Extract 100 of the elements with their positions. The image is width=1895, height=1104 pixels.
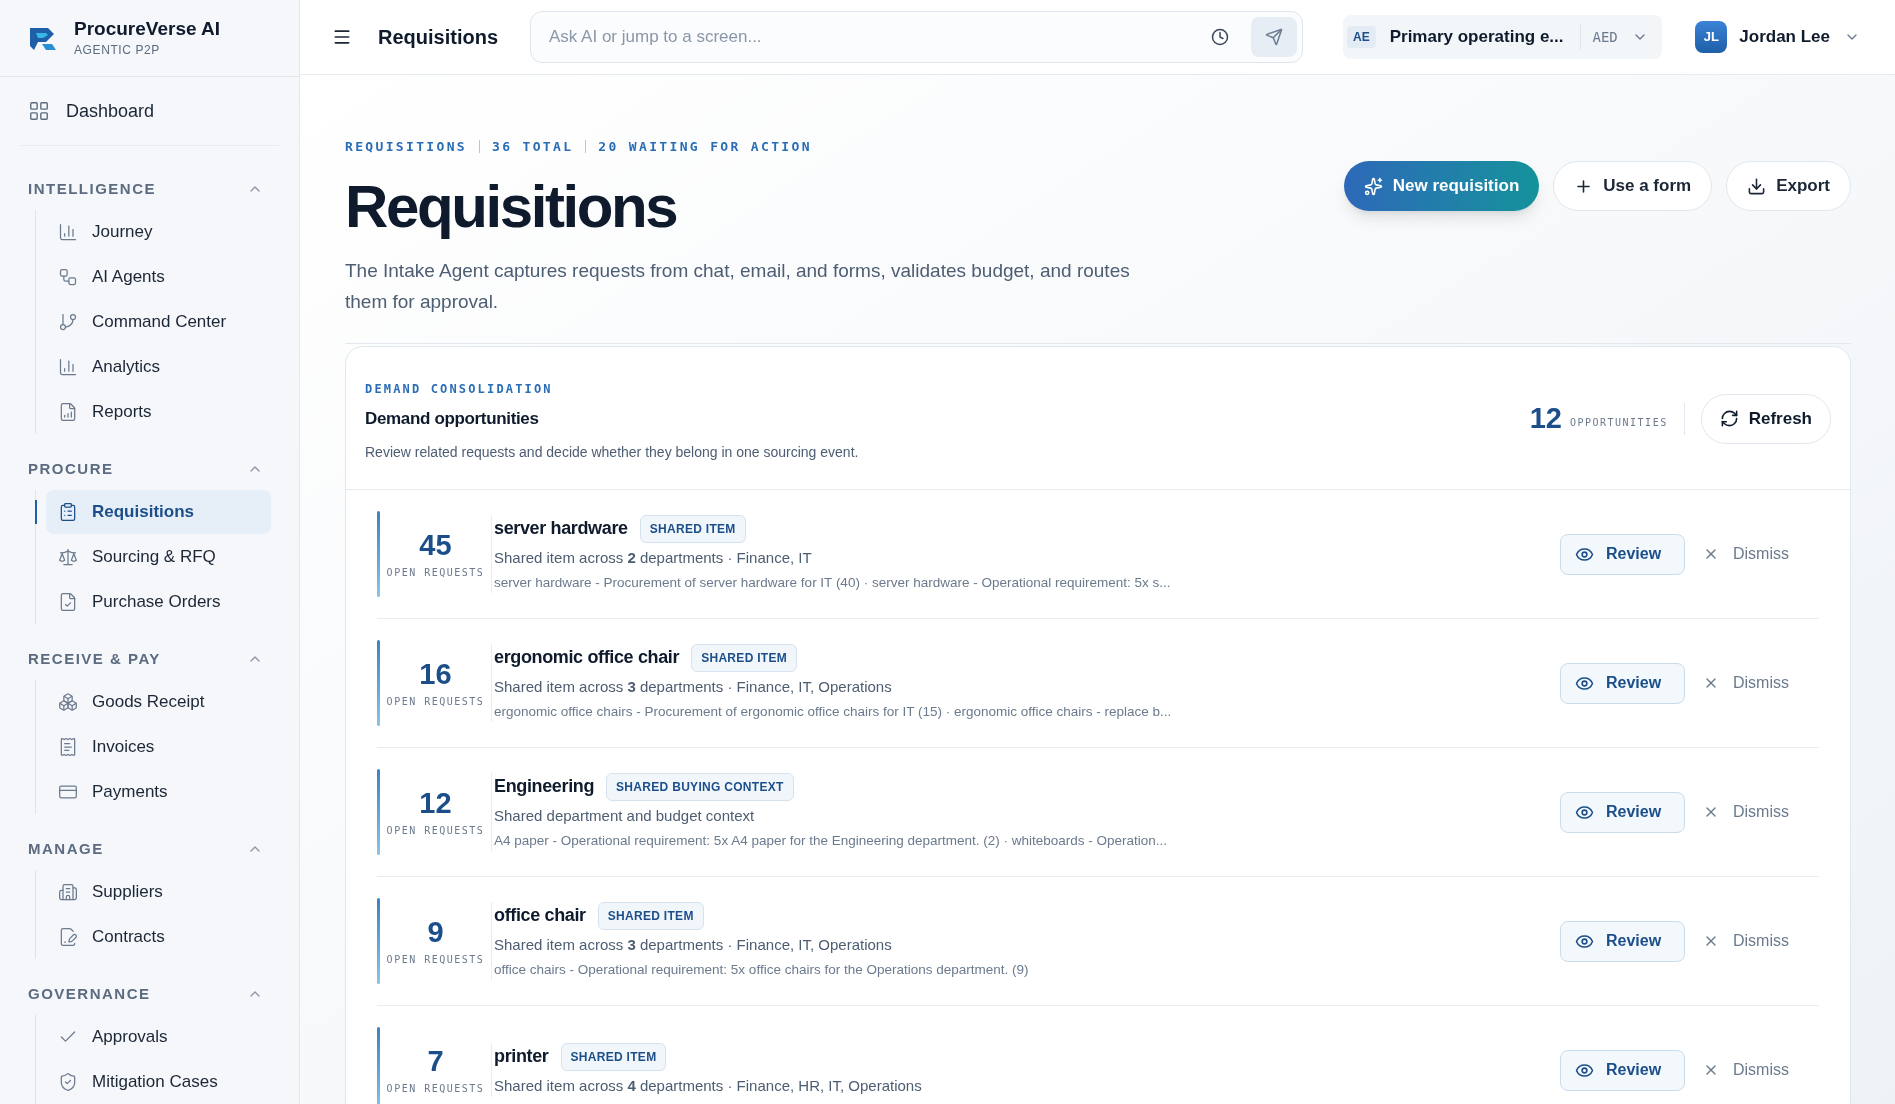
tag: SHARED ITEM xyxy=(560,1042,667,1071)
card-subtitle: Review related requests and decide whether they belong in one sourcing event. xyxy=(365,443,859,462)
review-button[interactable]: Review xyxy=(1560,662,1685,704)
sidebar-item[interactable]: Goods Receipt xyxy=(46,680,271,724)
sidebar-item[interactable]: Sourcing & RFQ xyxy=(46,535,271,579)
shield-icon xyxy=(58,1072,78,1092)
dismiss-button[interactable]: Dismiss xyxy=(1703,929,1789,953)
connected-squares-icon xyxy=(58,267,78,287)
receipt-icon xyxy=(58,737,78,757)
details-text: office chairs - Operational requirement: 5x office chairs for the Operations department. (9) xyxy=(494,961,1030,980)
user-menu[interactable]: JL Jordan Lee xyxy=(1695,21,1860,53)
section-heading: MANAGE xyxy=(28,838,104,859)
sidebar-item[interactable]: Approvals xyxy=(46,1015,271,1059)
tag: SHARED ITEM xyxy=(691,643,798,672)
active-indicator xyxy=(35,500,37,524)
opportunity-count: 12 xyxy=(1529,400,1562,436)
clipboard-icon xyxy=(58,502,78,522)
document-pen-icon xyxy=(58,927,78,947)
review-button[interactable]: Review xyxy=(1560,533,1685,575)
action-button[interactable]: Export xyxy=(1726,161,1851,211)
eyebrow-label: DEMAND CONSOLIDATION xyxy=(365,380,554,398)
request-count: 12 xyxy=(419,786,452,819)
card-title: Demand opportunities xyxy=(365,407,540,430)
brand-tagline: AGENTIC P2P xyxy=(74,42,161,59)
entity-selector[interactable]: AE Primary operating e... AED xyxy=(1343,15,1662,59)
search-field[interactable]: Ask AI or jump to a screen... xyxy=(530,11,1303,63)
entity-name: Primary operating e... xyxy=(1389,26,1564,49)
sidebar-item[interactable]: Invoices xyxy=(46,725,271,769)
review-button[interactable]: Review xyxy=(1560,791,1685,833)
history-icon[interactable] xyxy=(1211,28,1229,46)
scale-icon xyxy=(58,547,78,567)
sidebar-item[interactable]: Dashboard xyxy=(20,89,279,133)
bar-chart-icon xyxy=(58,357,78,377)
sidebar-item[interactable]: Mitigation Cases xyxy=(46,1060,271,1104)
sidebar-item[interactable]: Requisitions xyxy=(46,490,271,534)
action-button[interactable]: Use a form xyxy=(1553,161,1713,211)
request-count: 9 xyxy=(427,915,444,948)
summary-text: Shared item across 3 departments · Finance, IT, Operations xyxy=(494,676,893,697)
page-title: Requisitions xyxy=(378,25,499,50)
request-count: 16 xyxy=(419,657,452,690)
document-check-icon xyxy=(58,592,78,612)
currency-code: AED xyxy=(1592,27,1618,47)
sidebar-item[interactable]: Journey xyxy=(46,210,271,254)
brand-name: ProcureVerse AI xyxy=(74,17,221,41)
summary-text: Shared department and budget context xyxy=(494,805,756,826)
tag: SHARED BUYING CONTEXT xyxy=(606,772,794,801)
request-count: 45 xyxy=(419,528,452,561)
menu-icon[interactable] xyxy=(332,27,352,47)
tag: SHARED ITEM xyxy=(597,901,704,930)
dismiss-button[interactable]: Dismiss xyxy=(1703,1058,1789,1082)
tag: SHARED ITEM xyxy=(639,514,746,543)
bar-chart-icon xyxy=(58,222,78,242)
sidebar-item[interactable]: Purchase Orders xyxy=(46,580,271,624)
sidebar-item[interactable]: Reports xyxy=(46,390,271,434)
section-heading: GOVERNANCE xyxy=(28,983,151,1004)
count-label: OPEN REQUESTS xyxy=(386,1081,485,1096)
sidebar-item[interactable]: Suppliers xyxy=(46,870,271,914)
count-label: OPEN REQUESTS xyxy=(386,823,485,838)
page-description: The Intake Agent captures requests from chat, email, and forms, validates budget, and routes them for approval. xyxy=(345,258,1131,314)
stat-label: 20 WAITING FOR ACTION xyxy=(598,138,812,156)
grid-icon xyxy=(28,100,50,122)
review-button[interactable]: Review xyxy=(1560,1049,1685,1091)
request-count: 7 xyxy=(427,1044,444,1077)
details-text: A4 paper - Operational requirement: 5x A4 paper for the Engineering department. (2) · whiteboards - Operation... xyxy=(494,832,1169,851)
opportunity-name: printer xyxy=(494,1045,549,1069)
review-button[interactable]: Review xyxy=(1560,920,1685,962)
opportunity-name: office chair xyxy=(494,904,586,928)
sidebar-item[interactable]: Command Center xyxy=(46,300,271,344)
sparkles-icon xyxy=(1363,176,1383,196)
entity-code: AE xyxy=(1347,26,1376,48)
heading: Requisitions xyxy=(345,171,678,242)
details-text: server hardware - Procurement of server hardware for IT (40) · server hardware - Operational requirement: 5x s... xyxy=(494,574,1172,593)
section-heading: PROCURE xyxy=(28,458,114,479)
dismiss-button[interactable]: Dismiss xyxy=(1703,800,1789,824)
sidebar-item[interactable]: AI Agents xyxy=(46,255,271,299)
summary-text: Shared item across 2 departments · Finance, IT xyxy=(494,547,813,568)
user-name: Jordan Lee xyxy=(1739,26,1830,49)
stat-label: REQUISITIONS xyxy=(345,138,467,156)
section-heading: RECEIVE & PAY xyxy=(28,648,161,669)
summary-text: Shared item across 4 departments · Finance, HR, IT, Operations xyxy=(494,1075,923,1096)
count-label: OPEN REQUESTS xyxy=(386,565,485,580)
sidebar-item[interactable]: Analytics xyxy=(46,345,271,389)
send-button[interactable] xyxy=(1251,17,1297,57)
dismiss-button[interactable]: Dismiss xyxy=(1703,671,1789,695)
boxes-icon xyxy=(58,692,78,712)
count-label: OPEN REQUESTS xyxy=(386,952,485,967)
building-icon xyxy=(58,882,78,902)
sidebar-item[interactable]: Payments xyxy=(46,770,271,814)
count-label: OPPORTUNITIES xyxy=(1569,416,1668,430)
section-heading: INTELLIGENCE xyxy=(28,178,156,199)
sidebar-item[interactable]: Contracts xyxy=(46,915,271,959)
action-button[interactable]: New requisition xyxy=(1343,161,1540,211)
report-icon xyxy=(58,402,78,422)
refresh-icon xyxy=(1719,409,1739,428)
dismiss-button[interactable]: Dismiss xyxy=(1703,542,1789,566)
opportunity-name: Engineering xyxy=(494,775,595,799)
opportunity-name: server hardware xyxy=(494,517,628,541)
branch-icon xyxy=(58,312,78,332)
summary-text: Shared item across 3 departments · Finance, IT, Operations xyxy=(494,934,893,955)
details-text: ergonomic office chairs - Procurement of ergonomic office chairs for IT (15) · ergonomic office chairs - replace b... xyxy=(494,703,1173,722)
